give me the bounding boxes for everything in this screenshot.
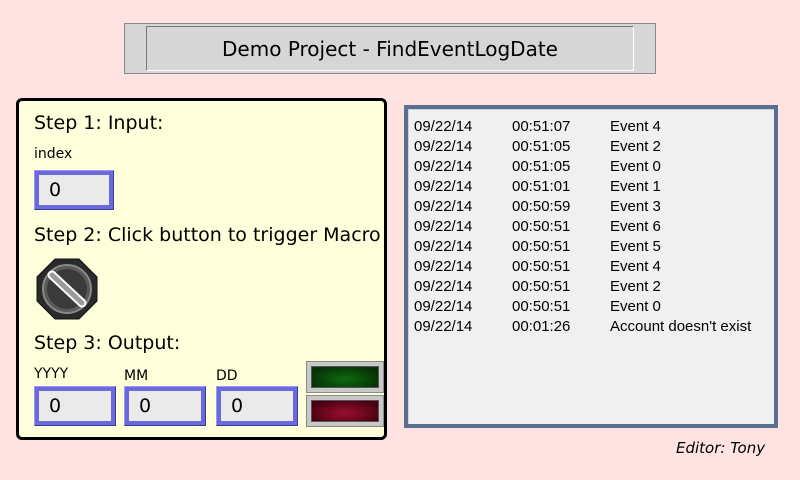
log-event: Event 6 [610,218,661,235]
log-event: Event 2 [610,138,661,155]
dd-output: 0 [216,386,298,426]
event-log-list[interactable]: 09/22/14 00:51:07 Event 4 09/22/14 00:51:05 E… [404,105,778,428]
log-date: 09/22/14 [414,218,473,235]
mm-label: MM [124,368,149,384]
log-time: 00:50:51 [512,298,571,315]
log-row: 09/22/14 00:51:05 Event 2 [408,137,774,157]
log-row: 09/22/14 00:50:59 Event 3 [408,197,774,217]
index-input[interactable]: 0 [34,170,114,210]
log-event: Account doesn't exist [610,318,752,335]
log-time: 00:50:51 [512,238,571,255]
yyyy-label: YYYY [34,366,69,382]
dd-label: DD [216,368,238,384]
log-event: Event 3 [610,198,661,215]
green-indicator-lamp [306,361,384,393]
mm-output: 0 [124,386,206,426]
index-label: index [34,146,73,162]
dd-output-value: 0 [221,391,293,421]
log-row: 09/22/14 00:01:26 Account doesn't exist [408,317,774,337]
log-time: 00:50:51 [512,278,571,295]
page-title: Demo Project - FindEventLogDate [146,26,634,71]
log-time: 00:50:51 [512,258,571,275]
red-lamp-glass [311,400,379,422]
log-date: 09/22/14 [414,178,473,195]
yyyy-output-value: 0 [39,391,111,421]
trigger-macro-button[interactable] [35,257,99,321]
log-row: 09/22/14 00:50:51 Event 2 [408,277,774,297]
log-date: 09/22/14 [414,118,473,135]
log-date: 09/22/14 [414,318,473,335]
log-time: 00:50:51 [512,218,571,235]
log-time: 00:51:07 [512,118,571,135]
log-date: 09/22/14 [414,198,473,215]
macro-switch-icon [36,258,98,320]
log-date: 09/22/14 [414,238,473,255]
editor-credit: Editor: Tony [676,439,766,457]
yyyy-output: 0 [34,386,116,426]
log-time: 00:51:05 [512,138,571,155]
step3-label: Step 3: Output: [34,332,181,354]
log-date: 09/22/14 [414,258,473,275]
step1-label: Step 1: Input: [34,112,164,134]
log-event: Event 4 [610,118,661,135]
control-panel: Step 1: Input: index 0 Step 2: Click but… [16,98,387,440]
log-date: 09/22/14 [414,158,473,175]
index-input-value: 0 [39,175,109,205]
log-date: 09/22/14 [414,298,473,315]
log-row: 09/22/14 00:50:51 Event 5 [408,237,774,257]
step2-label: Step 2: Click button to trigger Macro [34,224,381,246]
log-row: 09/22/14 00:51:07 Event 4 [408,117,774,137]
log-row: 09/22/14 00:50:51 Event 6 [408,217,774,237]
log-event: Event 1 [610,178,661,195]
green-lamp-glass [311,366,379,388]
mm-output-value: 0 [129,391,201,421]
log-row: 09/22/14 00:50:51 Event 4 [408,257,774,277]
red-indicator-lamp [306,395,384,427]
log-time: 00:51:01 [512,178,571,195]
log-time: 00:51:05 [512,158,571,175]
log-date: 09/22/14 [414,278,473,295]
log-event: Event 0 [610,298,661,315]
log-time: 00:50:59 [512,198,571,215]
log-row: 09/22/14 00:51:05 Event 0 [408,157,774,177]
log-event: Event 0 [610,158,661,175]
title-frame: Demo Project - FindEventLogDate [124,23,656,74]
log-event: Event 4 [610,258,661,275]
log-date: 09/22/14 [414,138,473,155]
log-row: 09/22/14 00:50:51 Event 0 [408,297,774,317]
log-row: 09/22/14 00:51:01 Event 1 [408,177,774,197]
log-time: 00:01:26 [512,318,571,335]
log-event: Event 2 [610,278,661,295]
log-event: Event 5 [610,238,661,255]
